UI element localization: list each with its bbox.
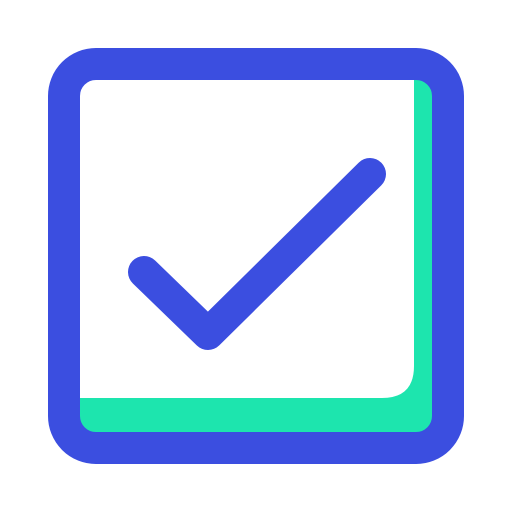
checkbox-fill	[64, 64, 448, 448]
checkbox-icon-canvas	[0, 0, 512, 512]
checkbox-checked-icon[interactable]	[0, 0, 512, 512]
